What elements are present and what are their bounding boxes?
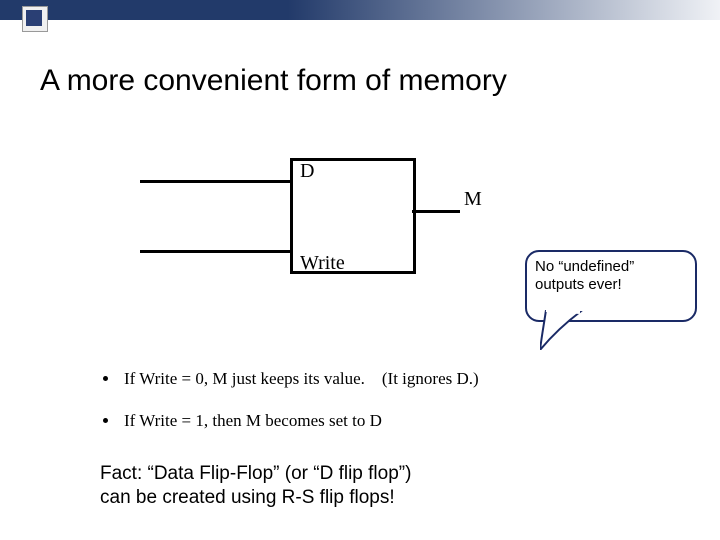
header-bar	[0, 0, 720, 36]
bullet-write-1: If Write = 1, then M becomes set to D	[120, 411, 479, 431]
fact-line2: can be created using R-S flip flops!	[100, 487, 395, 508]
fact-text: Fact: “Data Flip-Flop” (or “D flip flop”…	[100, 462, 411, 510]
label-write: Write	[300, 252, 345, 275]
bullet-1-text: If Write = 0, M just keeps its value.	[124, 369, 365, 388]
fact-line1: Fact: “Data Flip-Flop” (or “D flip flop”…	[100, 463, 411, 484]
callout-line1: No “undefined”	[535, 258, 634, 275]
header-gradient	[0, 0, 720, 20]
callout-line2: outputs ever!	[535, 276, 622, 293]
bullet-write-0: If Write = 0, M just keeps its value. (I…	[120, 369, 479, 389]
wire-m	[412, 210, 460, 213]
label-d: D	[300, 160, 314, 183]
square-icon-inner	[26, 10, 42, 26]
callout-tail-icon	[540, 310, 584, 350]
behavior-bullets: If Write = 0, M just keeps its value. (I…	[80, 369, 479, 453]
flip-flop-diagram: D Write M	[140, 140, 460, 300]
wire-write	[140, 250, 290, 253]
wire-d	[140, 180, 290, 183]
slide-title: A more convenient form of memory	[40, 64, 507, 98]
bullet-1-paren: (It ignores D.)	[382, 369, 479, 388]
label-m: M	[464, 188, 482, 211]
